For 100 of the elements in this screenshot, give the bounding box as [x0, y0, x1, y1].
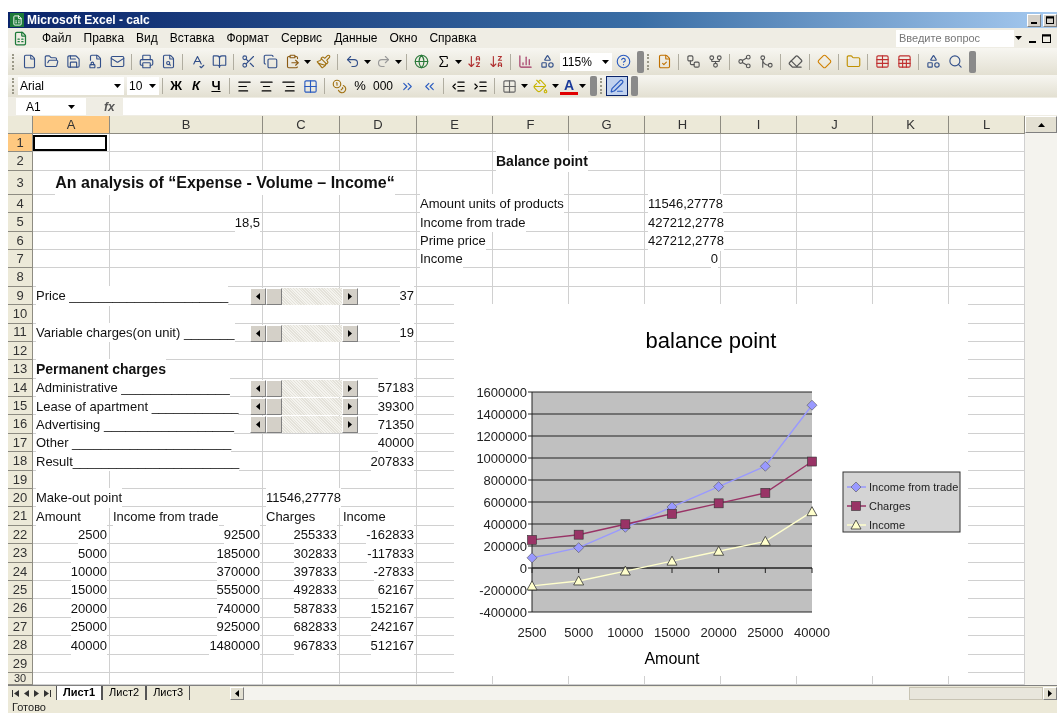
column-header[interactable]: J	[797, 116, 873, 134]
name-box[interactable]: A1	[16, 98, 86, 115]
caret-icon[interactable]	[114, 84, 121, 88]
column-header[interactable]: F	[493, 116, 569, 134]
row-header[interactable]: 2	[8, 152, 33, 171]
row-header[interactable]: 28	[8, 636, 33, 655]
menu-item[interactable]: Правка	[77, 29, 131, 47]
thousands-button[interactable]: 000	[370, 77, 396, 95]
function-button[interactable]: fx	[104, 97, 115, 116]
column-header[interactable]: A	[33, 116, 110, 134]
first-sheet-icon[interactable]	[12, 689, 19, 697]
toolbar-grip[interactable]	[12, 53, 15, 70]
scroll-bar[interactable]	[250, 416, 358, 434]
scroll-left-button[interactable]	[250, 398, 266, 416]
scroll-left-button[interactable]	[230, 686, 245, 700]
row-header[interactable]: 23	[8, 544, 33, 563]
help-search-field[interactable]: Введите вопрос	[896, 29, 1014, 47]
scroll-left-button[interactable]	[250, 379, 266, 397]
row-header[interactable]: 5	[8, 213, 33, 232]
scroll-right-button[interactable]	[1043, 686, 1057, 700]
column-header[interactable]: L	[949, 116, 1025, 134]
caret-icon[interactable]	[149, 84, 156, 88]
toolbar-grip[interactable]	[647, 53, 650, 70]
last-sheet-icon[interactable]	[44, 689, 51, 697]
column-header[interactable]: D	[340, 116, 417, 134]
column-header[interactable]: C	[263, 116, 340, 134]
row-header[interactable]: 10	[8, 305, 33, 324]
caret-icon[interactable]	[364, 59, 371, 64]
bold-button[interactable]: Ж	[166, 76, 186, 96]
caret-icon[interactable]	[395, 59, 402, 64]
scroll-thumb[interactable]	[909, 686, 1043, 700]
menu-item[interactable]: Справка	[423, 29, 483, 47]
font-size-field[interactable]: 10	[127, 77, 159, 95]
row-header[interactable]: 15	[8, 397, 33, 416]
minimize-button[interactable]	[1027, 13, 1041, 27]
formula-field[interactable]	[122, 98, 1057, 115]
caret-icon[interactable]	[521, 84, 528, 88]
menu-item[interactable]: Данные	[328, 29, 384, 47]
workbook-icon[interactable]	[12, 30, 28, 46]
pen-icon[interactable]	[606, 76, 628, 96]
column-header[interactable]: B	[110, 116, 263, 134]
menu-item[interactable]: Формат	[220, 29, 276, 47]
next-sheet-icon[interactable]	[34, 689, 39, 697]
scroll-left-button[interactable]	[250, 287, 266, 305]
caret-icon[interactable]	[68, 104, 75, 109]
underline-button[interactable]: Ч	[206, 76, 226, 96]
restore-icon[interactable]	[1042, 33, 1051, 43]
menu-item[interactable]: Вид	[130, 29, 164, 47]
select-all-corner[interactable]	[8, 116, 33, 134]
font-field[interactable]: Arial	[18, 77, 124, 95]
menu-item[interactable]: Файл	[36, 29, 78, 47]
scroll-bar[interactable]	[250, 324, 358, 342]
vertical-scrollbar[interactable]	[1025, 116, 1057, 685]
caret-icon[interactable]	[304, 59, 311, 64]
zoom-field[interactable]: 115%	[560, 52, 612, 71]
toolbar-options-button[interactable]	[969, 50, 976, 73]
menu-item[interactable]: Сервис	[275, 29, 329, 47]
row-header[interactable]: 13	[8, 360, 33, 379]
selected-cell[interactable]	[33, 135, 107, 152]
column-header[interactable]: E	[417, 116, 493, 134]
scroll-right-button[interactable]	[342, 324, 358, 342]
toolbar-grip[interactable]	[12, 78, 15, 94]
scroll-right-button[interactable]	[342, 416, 358, 434]
scroll-right-button[interactable]	[342, 398, 358, 416]
percent-button[interactable]: %	[350, 76, 370, 96]
caret-icon[interactable]	[552, 84, 559, 88]
caret-icon[interactable]	[602, 59, 609, 64]
previous-sheet-icon[interactable]	[24, 689, 29, 697]
scroll-bar[interactable]	[250, 287, 358, 305]
toolbar-grip[interactable]	[600, 78, 603, 94]
row-header[interactable]: 18	[8, 452, 33, 471]
column-header[interactable]: H	[645, 116, 721, 134]
scroll-left-button[interactable]	[250, 416, 266, 434]
caret-icon[interactable]	[455, 59, 462, 64]
column-header[interactable]: I	[721, 116, 797, 134]
font-color-button[interactable]: A	[560, 77, 578, 95]
scroll-up-button[interactable]	[1025, 116, 1057, 133]
scroll-right-button[interactable]	[342, 287, 358, 305]
row-header[interactable]: 20	[8, 489, 33, 508]
toolbar-options-button[interactable]	[637, 50, 644, 73]
scroll-bar[interactable]	[250, 379, 358, 397]
scroll-right-button[interactable]	[342, 379, 358, 397]
sheet-tab[interactable]: Лист2	[102, 685, 147, 701]
column-header[interactable]: K	[873, 116, 949, 134]
restore-button[interactable]	[1043, 13, 1057, 27]
row-header[interactable]: 16	[8, 415, 33, 434]
horizontal-scrollbar[interactable]	[244, 686, 1057, 700]
scroll-left-button[interactable]	[250, 324, 266, 342]
menu-item[interactable]: Вставка	[163, 29, 221, 47]
scroll-bar[interactable]	[250, 398, 358, 416]
sheet-tab[interactable]: Лист3	[146, 685, 191, 701]
italic-button[interactable]: К	[186, 76, 206, 96]
caret-icon[interactable]	[1015, 36, 1022, 40]
row-header[interactable]: 1	[8, 134, 33, 153]
sheet-tab[interactable]: Лист1	[56, 685, 103, 701]
row-header[interactable]: 26	[8, 599, 33, 618]
caret-icon[interactable]	[579, 84, 586, 88]
menu-item[interactable]: Окно	[383, 29, 424, 47]
row-header[interactable]: 8	[8, 268, 33, 287]
column-header[interactable]: G	[569, 116, 645, 134]
